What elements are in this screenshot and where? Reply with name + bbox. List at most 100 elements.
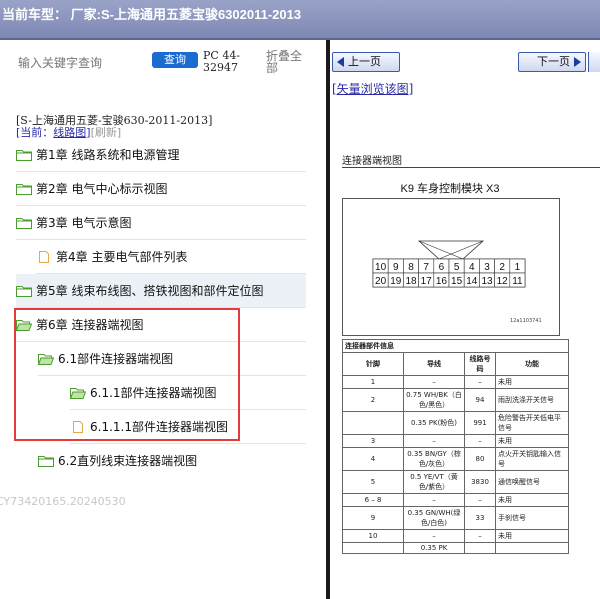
cell-wire: – [403, 529, 465, 543]
pin-number: 5 [454, 262, 460, 273]
tree-item-label: 第4章 主要电气部件列表 [56, 250, 188, 264]
col-header-wire: 导线 [403, 352, 465, 376]
document-viewer: 上一页 下一页 [矢量浏览该图] 连接器端视图 K9 车身控制模块 X3 10 9… [330, 40, 600, 599]
prev-page-button[interactable]: 上一页 [332, 52, 400, 72]
cell-function: 雨刮洗涤开关信号 [495, 388, 569, 412]
section-label: 连接器端视图 [342, 156, 402, 167]
cell-pin [342, 411, 404, 435]
tree-item-label: 第5章 线束布线图、搭铁视图和部件定位图 [36, 284, 264, 298]
cell-pin: 5 [342, 470, 404, 494]
document-icon [39, 250, 49, 263]
pin-number: 8 [408, 262, 414, 273]
cell-pin [342, 542, 404, 554]
table-row: 9 0.35 GN/WH(绿色/白色) 33 手刹信号 [342, 506, 569, 530]
tree-item-chapter-5[interactable]: 第5章 线束布线图、搭铁视图和部件定位图 [16, 274, 306, 308]
tree-item-chapter-2[interactable]: 第2章 电气中心标示视图 [16, 172, 306, 206]
cell-wire: 0.35 PK(粉色) [403, 411, 465, 435]
folder-icon [38, 455, 54, 467]
watermark: CY73420165.20240530 [0, 495, 126, 508]
cell-function: 未用 [495, 434, 569, 448]
table-row: 0.35 PK(粉色) 991 危险警告开关低电平信号 [342, 411, 569, 435]
pin-number: 12 [497, 276, 509, 287]
cell-circuit: – [464, 375, 496, 389]
cell-pin: 2 [342, 388, 404, 412]
folder-icon [16, 183, 32, 195]
connector-diagram: 10 9 8 7 6 5 4 3 2 1 20 19 18 17 16 15 14 13 12 11 [342, 198, 560, 336]
pin-number: 14 [466, 276, 478, 287]
table-row: 0.35 PK [342, 542, 569, 554]
tree-item-chapter-4[interactable]: 第4章 主要电气部件列表 [36, 240, 306, 274]
cell-pin: 4 [342, 447, 404, 471]
cell-wire: 0.75 WH/BK（白色/黑色） [403, 388, 465, 412]
arrow-left-icon [337, 57, 344, 67]
cell-wire: – [403, 375, 465, 389]
toolbar-edge [588, 52, 600, 72]
cell-wire: 0.35 PK [403, 542, 465, 554]
search-input[interactable] [16, 52, 148, 74]
folder-icon [16, 285, 32, 297]
pin-number: 11 [512, 276, 523, 287]
cell-wire: – [403, 493, 465, 507]
cell-circuit: – [464, 493, 496, 507]
pin-number: 1 [515, 262, 521, 273]
next-page-button[interactable]: 下一页 [518, 52, 586, 72]
current-vehicle-title: 当前车型： 厂家:S-上海通用五菱宝骏6302011-2013 [2, 7, 302, 22]
table-row: 4 0.35 BN/GY（棕色/灰色） 80 点火开关钥匙输入信号 [342, 447, 569, 471]
pin-number: 19 [390, 276, 402, 287]
collapse-all-button[interactable]: 折叠全部 [266, 50, 310, 74]
cell-function [495, 542, 569, 554]
pin-number: 13 [481, 276, 493, 287]
pin-number: 3 [484, 262, 490, 273]
cell-pin: 10 [342, 529, 404, 543]
pin-number: 2 [499, 262, 505, 273]
pin-number: 4 [469, 262, 475, 273]
tree-item-label: 第2章 电气中心标示视图 [36, 182, 168, 196]
cell-wire: – [403, 434, 465, 448]
search-button[interactable]: 查询 [152, 52, 198, 68]
tree-item-chapter-1[interactable]: 第1章 线路系统和电源管理 [16, 138, 306, 172]
col-header-function: 功能 [495, 352, 569, 376]
folder-icon [16, 149, 32, 161]
cell-function: 未用 [495, 529, 569, 543]
prev-page-label: 上一页 [348, 55, 381, 68]
pin-number: 7 [423, 262, 429, 273]
cell-circuit: 80 [464, 447, 496, 471]
tree-item-label: 第3章 电气示意图 [36, 216, 132, 230]
table-row: 10– – 未用 [342, 529, 569, 543]
table-caption: 连接器部件信息 [342, 339, 569, 353]
tree-item-label: 第1章 线路系统和电源管理 [36, 148, 180, 162]
cell-circuit: 3830 [464, 470, 496, 494]
tree-item-label: 6.2直列线束连接器端视图 [58, 454, 198, 468]
pin-number: 15 [451, 276, 463, 287]
vector-view-link[interactable]: [矢量浏览该图] [332, 80, 413, 97]
cell-pin: 9 [342, 506, 404, 530]
cell-circuit: – [464, 434, 496, 448]
pin-number: 20 [375, 276, 387, 287]
cell-function: 未用 [495, 493, 569, 507]
pin-number: 10 [375, 262, 387, 273]
cell-pin: 3 [342, 434, 404, 448]
cell-pin: 1 [342, 375, 404, 389]
selection-highlight-box [14, 308, 240, 441]
pin-number: 6 [439, 262, 445, 273]
cell-wire: 0.35 GN/WH(绿色/白色) [403, 506, 465, 530]
cell-circuit: 991 [464, 411, 496, 435]
image-code: 12a1103741 [510, 318, 542, 324]
cell-circuit: 33 [464, 506, 496, 530]
folder-icon [16, 217, 32, 229]
cell-wire: 0.5 YE/VT（黄色/紫色） [403, 470, 465, 494]
next-page-label: 下一页 [537, 55, 570, 68]
cell-function: 危险警告开关低电平信号 [495, 411, 569, 435]
table-row: 3– – 未用 [342, 434, 569, 448]
cell-function: 未用 [495, 375, 569, 389]
catalog-panel: 查询 PC 44-32947 折叠全部 [S-上海通用五菱-宝骏630-2011… [0, 40, 327, 599]
cell-circuit: – [464, 529, 496, 543]
title-bar: 当前车型： 厂家:S-上海通用五菱宝骏6302011-2013 [0, 0, 600, 40]
tree-item-section-6-2[interactable]: 6.2直列线束连接器端视图 [38, 444, 306, 477]
cell-circuit [464, 542, 496, 554]
tree-item-chapter-3[interactable]: 第3章 电气示意图 [16, 206, 306, 240]
pc-code: PC 44-32947 [203, 49, 241, 74]
pin-number: 18 [405, 276, 417, 287]
section-rule [342, 167, 600, 168]
cell-pin: 6 – 8 [342, 493, 404, 507]
